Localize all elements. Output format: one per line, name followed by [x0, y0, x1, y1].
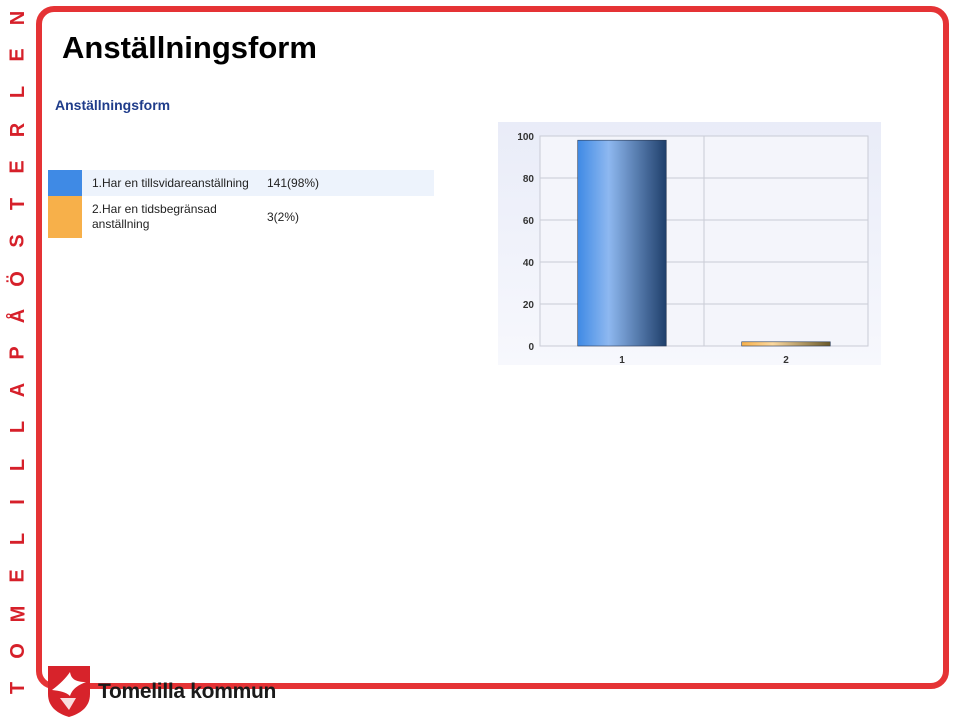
bar-chart-svg: 0 20 40 60 80 100 1 2: [498, 122, 881, 366]
vertical-letter: I: [7, 499, 29, 505]
page-title: Anställningsform: [62, 30, 317, 65]
vertical-letter: R: [6, 122, 29, 137]
legend-value: 141(98%): [267, 176, 320, 190]
vertical-letter: O: [7, 642, 29, 659]
vertical-brand-text: N E L R E T S Ö Å P A L L I L E M O T: [4, 8, 32, 698]
y-tick-label: 100: [517, 132, 534, 143]
y-tick-label: 60: [523, 216, 535, 227]
vertical-letter: L: [7, 86, 29, 99]
municipality-shield-logo: [48, 666, 90, 717]
vertical-letter: A: [6, 382, 29, 398]
legend-row: 2.Har en tidsbegränsad anställning 3(2%): [48, 196, 434, 238]
legend-table: 1.Har en tillsvidareanställning 141(98%)…: [48, 170, 434, 238]
vertical-letter: P: [7, 346, 29, 360]
legend-label: 1.Har en tillsvidareanställning: [92, 175, 249, 190]
y-tick-label: 20: [523, 300, 535, 311]
vertical-letter: E: [7, 48, 29, 62]
vertical-letter: L: [7, 421, 29, 434]
vertical-letter: L: [7, 532, 29, 546]
vertical-letter: Ö: [7, 270, 29, 287]
vertical-letter: T: [7, 197, 29, 211]
y-tick-label: 40: [523, 258, 535, 269]
chart-subtitle: Anställningsform: [55, 97, 171, 113]
vertical-letter: Å: [6, 308, 29, 323]
x-tick-label: 1: [619, 355, 625, 365]
legend-value: 3(2%): [267, 210, 300, 224]
brand-name: Tomelilla kommun: [98, 680, 277, 703]
vertical-letter: T: [7, 681, 29, 695]
legend-label: 2.Har en tidsbegränsad anställning: [92, 202, 217, 231]
legend-swatch: [48, 196, 82, 238]
bar: [577, 139, 667, 347]
vertical-letter: E: [7, 160, 29, 174]
vertical-letter: N: [6, 10, 29, 26]
legend-row: 1.Har en tillsvidareanställning 141(98%): [48, 170, 434, 196]
y-tick-label: 80: [523, 174, 535, 185]
vertical-letter: S: [7, 234, 29, 248]
bar-chart: 0 20 40 60 80 100 1 2: [498, 122, 881, 366]
vertical-letter: L: [7, 458, 29, 471]
vertical-letter: M: [6, 605, 29, 622]
y-tick-label: 0: [528, 342, 534, 353]
vertical-letter: E: [7, 569, 29, 583]
x-tick-label: 2: [783, 355, 789, 365]
legend-swatch: [48, 170, 82, 196]
bar: [741, 341, 831, 347]
